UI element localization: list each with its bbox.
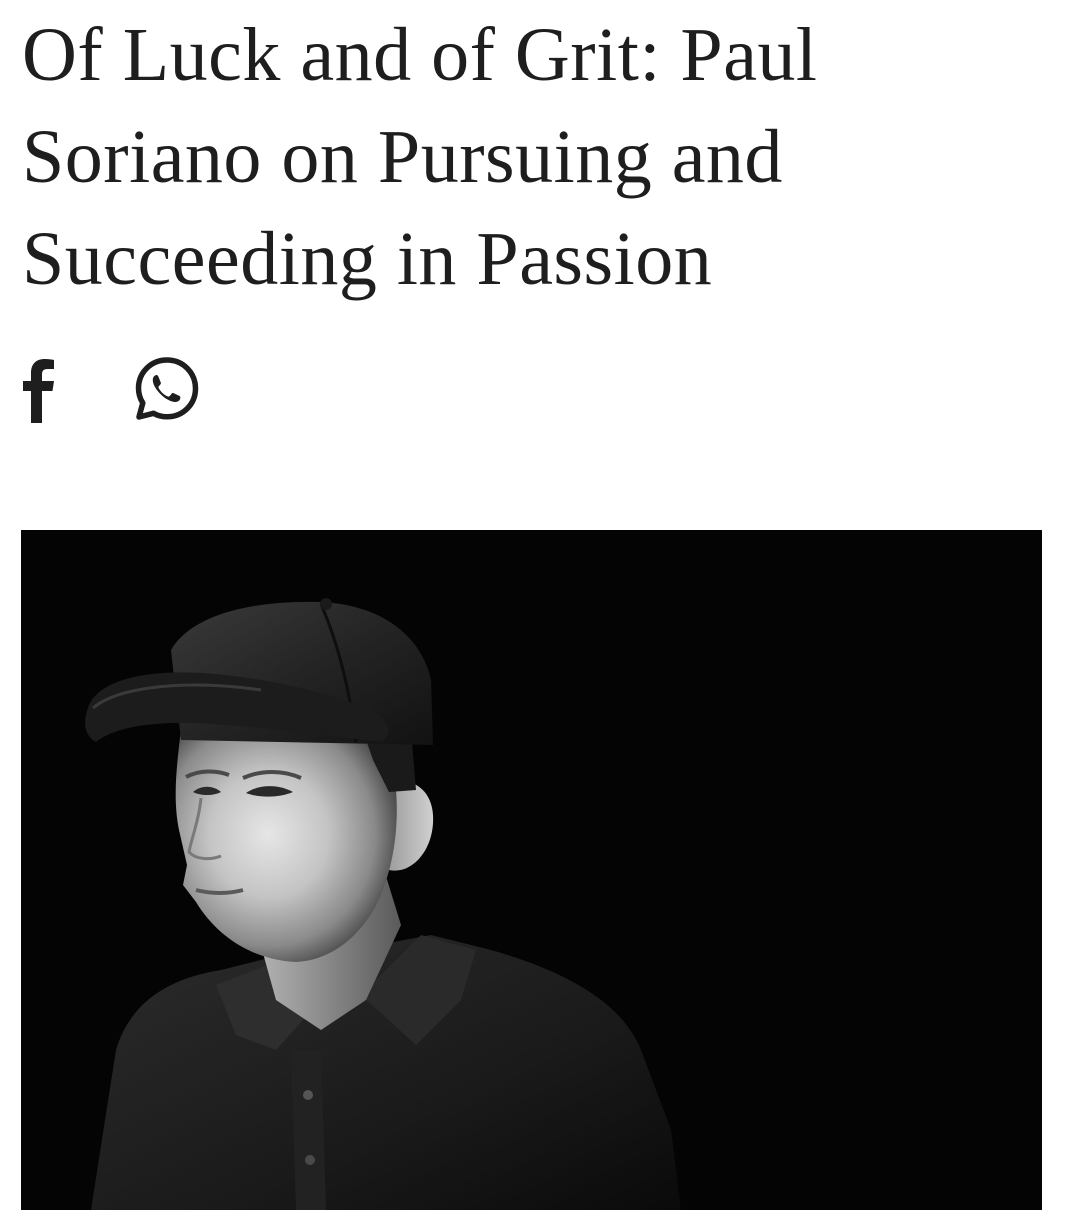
portrait-image	[21, 530, 1042, 1210]
article-hero-photo	[21, 530, 1042, 1210]
share-bar	[20, 355, 202, 427]
facebook-share-button[interactable]	[20, 353, 60, 429]
whatsapp-share-button[interactable]	[132, 354, 202, 428]
facebook-icon	[20, 353, 60, 429]
article: Of Luck and of Grit: Paul Soriano on Pur…	[0, 0, 1080, 1223]
whatsapp-icon	[132, 354, 202, 428]
article-title: Of Luck and of Grit: Paul Soriano on Pur…	[22, 13, 818, 301]
